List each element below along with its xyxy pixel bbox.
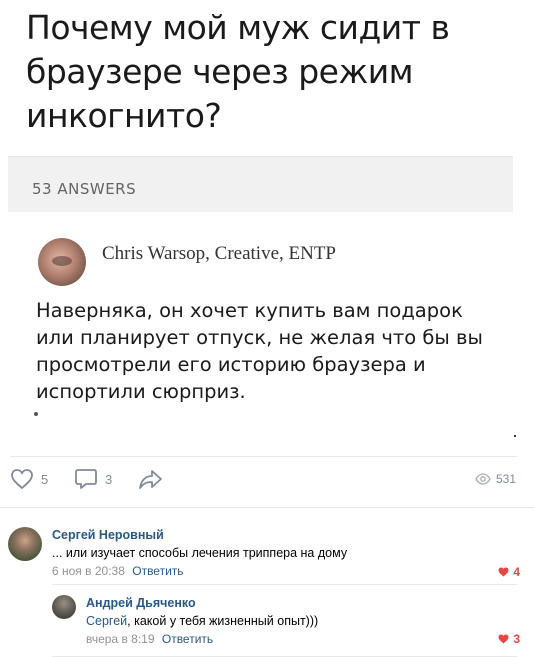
comment-author[interactable]: Сергей Неровный	[52, 528, 164, 542]
views-count: 531	[496, 472, 517, 486]
heart-icon	[498, 634, 509, 644]
comment-button[interactable]: 3	[74, 466, 112, 492]
comment-time[interactable]: 6 ноя в 20:38	[52, 564, 125, 578]
avatar[interactable]	[8, 527, 42, 561]
comment-author[interactable]: Андрей Дьяченко	[86, 596, 196, 610]
author-avatar	[38, 238, 86, 286]
divider	[10, 456, 517, 457]
comment-icon	[74, 467, 98, 491]
answer-text: Наверняка, он хочет купить вам подарок и…	[36, 299, 483, 403]
author-name: Chris Warsop, Creative, ENTP	[102, 243, 337, 264]
share-icon	[138, 468, 164, 490]
like-count: 5	[41, 471, 49, 487]
comment-text-body: , какой у тебя жизненный опыт)))	[127, 614, 319, 628]
like-button[interactable]: 5	[10, 466, 48, 492]
heart-icon	[10, 468, 34, 490]
comment-like-button[interactable]: 4	[498, 565, 520, 579]
views-counter: 531	[475, 466, 516, 492]
comment-like-count: 3	[513, 632, 520, 646]
eye-icon	[475, 473, 491, 485]
comment-meta: 6 ноя в 20:38 Ответить	[52, 564, 184, 578]
stray-dot	[514, 435, 516, 437]
divider	[52, 584, 517, 585]
card-dot	[34, 412, 38, 416]
question-title: Почему мой муж сидит в браузере через ре…	[26, 8, 450, 135]
answers-count: 53 ANSWERS	[32, 180, 137, 198]
reply-link[interactable]: Ответить	[162, 632, 213, 646]
comment-meta: вчера в 8:19 Ответить	[86, 632, 213, 646]
heart-icon	[498, 567, 509, 577]
reply-link[interactable]: Ответить	[132, 564, 183, 578]
comment-like-button[interactable]: 3	[498, 632, 520, 646]
divider	[0, 507, 534, 508]
comment-text: Сергей, какой у тебя жизненный опыт)))	[86, 614, 318, 628]
answers-bar: 53 ANSWERS	[8, 156, 513, 212]
post-image-card: Почему мой муж сидит в браузере через ре…	[8, 0, 513, 432]
post-actions-bar: 5 3 531	[0, 466, 534, 496]
comment-count: 3	[105, 471, 113, 487]
share-button[interactable]	[138, 466, 164, 492]
comment-time[interactable]: вчера в 8:19	[86, 632, 155, 646]
avatar[interactable]	[52, 595, 76, 619]
comment-text: ... или изучает способы лечения триппера…	[52, 546, 348, 560]
comment-like-count: 4	[513, 565, 520, 579]
mention-link[interactable]: Сергей	[86, 614, 127, 628]
